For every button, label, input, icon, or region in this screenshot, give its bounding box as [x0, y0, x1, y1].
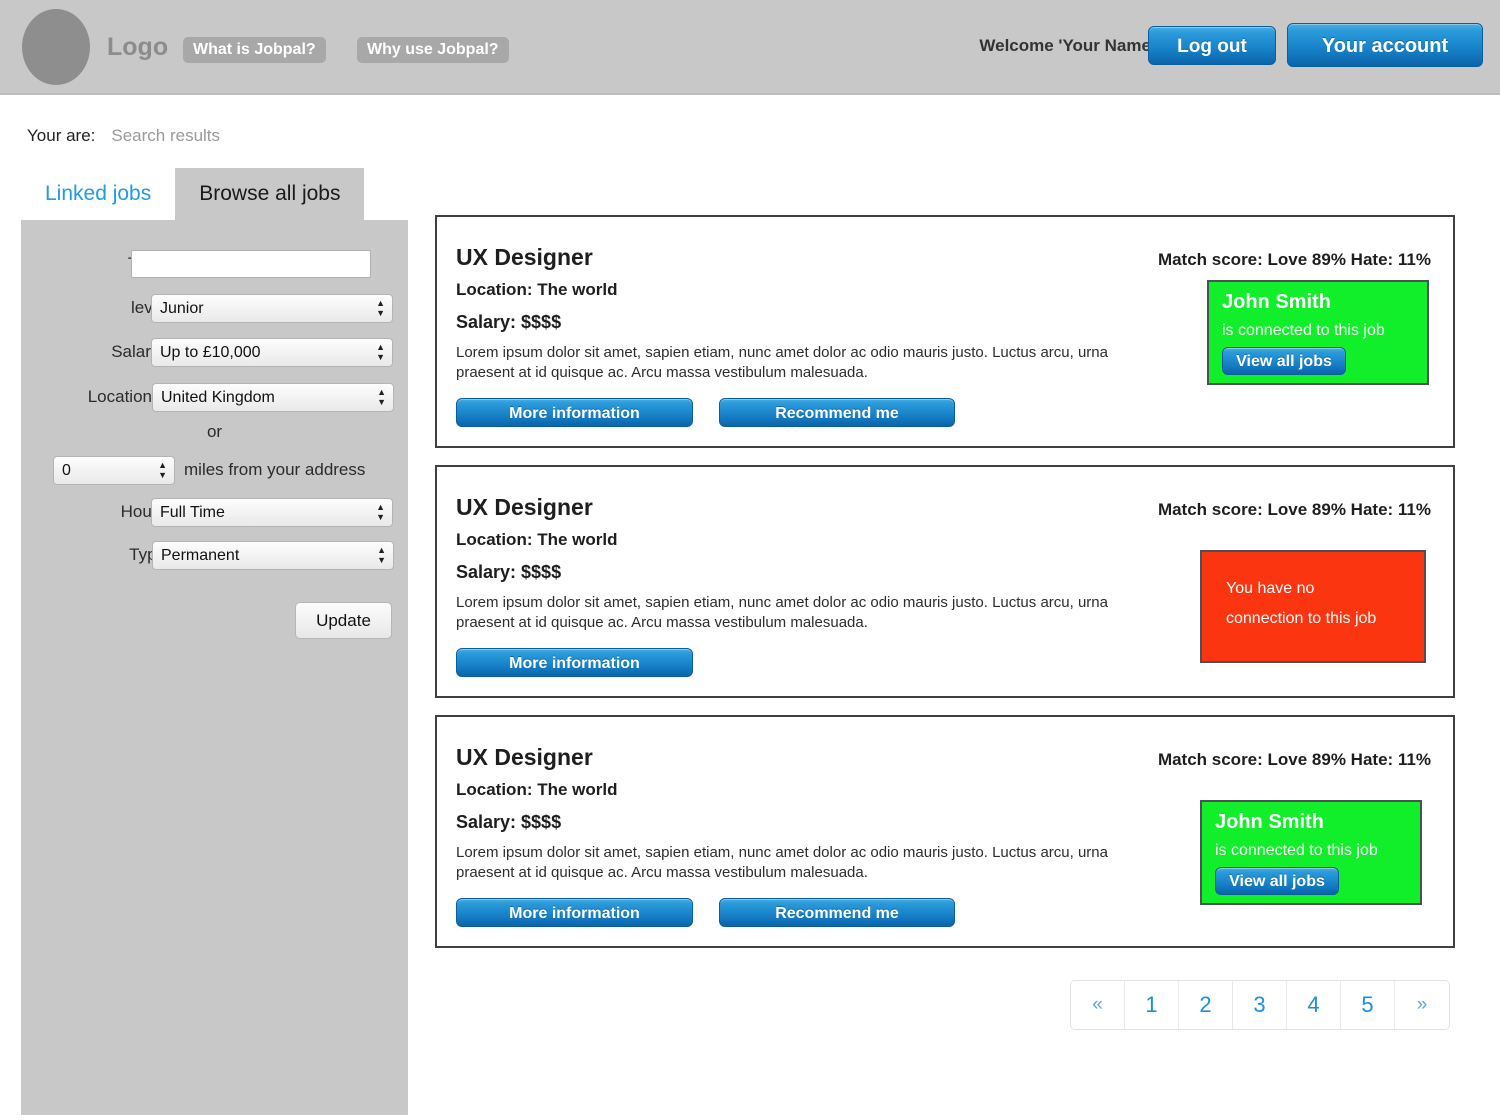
nav-why-use-jobpal-button[interactable]: Why use Jobpal?	[357, 37, 509, 63]
connection-status-text: is connected to this job	[1215, 842, 1378, 859]
job-location: Location: The world	[456, 280, 618, 299]
site-header: Logo What is Jobpal? Why use Jobpal? Wel…	[0, 0, 1500, 95]
chevron-updown-icon: ▲ ▼	[376, 298, 385, 318]
pagination-page-3[interactable]: 3	[1233, 981, 1287, 1029]
jobs-tablist: Linked jobs Browse all jobs	[21, 168, 365, 220]
salary-select-value: Up to £10,000	[160, 344, 261, 361]
job-location: Location: The world	[456, 530, 618, 549]
your-account-button[interactable]: Your account	[1287, 23, 1483, 67]
view-all-jobs-button[interactable]: View all jobs	[1222, 347, 1346, 375]
location-label: Location	[87, 387, 152, 406]
recommend-me-button[interactable]: Recommend me	[719, 898, 955, 927]
more-information-button[interactable]: More information	[456, 648, 693, 677]
no-connection-line-2: connection to this job	[1226, 610, 1377, 627]
tab-linked-jobs[interactable]: Linked jobs	[21, 168, 176, 220]
breadcrumb: Your are: Search results	[27, 126, 220, 146]
or-separator-label: or	[206, 422, 223, 441]
breadcrumb-current: Search results	[111, 126, 221, 145]
salary-select[interactable]: Up to £10,000 ▲ ▼	[151, 338, 393, 367]
job-description: Lorem ipsum dolor sit amet, sapien etiam…	[456, 594, 1108, 631]
job-salary: Salary: $$$$	[456, 812, 562, 832]
connection-badge-none: You have no connection to this job	[1200, 550, 1426, 663]
job-location: Location: The world	[456, 780, 618, 799]
chevron-updown-icon: ▲ ▼	[377, 387, 386, 407]
job-card: UX Designer Match score: Love 89% Hate: …	[435, 715, 1455, 948]
hours-select[interactable]: Full Time ▲ ▼	[151, 498, 393, 527]
tab-browse-all-jobs[interactable]: Browse all jobs	[175, 168, 365, 220]
match-score: Match score: Love 89% Hate: 11%	[1157, 750, 1431, 769]
pagination-prev[interactable]: «	[1071, 981, 1125, 1029]
logo-text: Logo	[107, 33, 169, 61]
job-description: Lorem ipsum dolor sit amet, sapien etiam…	[456, 844, 1108, 881]
pagination-page-1[interactable]: 1	[1125, 981, 1179, 1029]
field-row-hours: Hours Full Time ▲ ▼	[21, 498, 408, 528]
level-select[interactable]: Junior ▲ ▼	[151, 294, 393, 323]
more-information-button[interactable]: More information	[456, 398, 693, 427]
pagination-page-4[interactable]: 4	[1287, 981, 1341, 1029]
type-select-value: Permanent	[161, 547, 240, 564]
pagination-page-5[interactable]: 5	[1341, 981, 1395, 1029]
match-score: Match score: Love 89% Hate: 11%	[1157, 500, 1431, 519]
field-row-title: Title*	[21, 250, 408, 280]
miles-select[interactable]: 0 ▲ ▼	[53, 456, 175, 485]
job-title: UX Designer	[456, 244, 593, 270]
field-row-location: Location United Kingdom ▲ ▼	[21, 383, 408, 413]
job-title: UX Designer	[456, 744, 593, 770]
field-row-salary: Salary* Up to £10,000 ▲ ▼	[21, 338, 408, 368]
miles-from-address-label: miles from your address	[184, 460, 366, 479]
connection-person-name: John Smith	[1222, 291, 1331, 313]
nav-what-is-jobpal-button[interactable]: What is Jobpal?	[183, 37, 326, 63]
recommend-me-button[interactable]: Recommend me	[719, 398, 955, 427]
update-search-button[interactable]: Update	[295, 602, 392, 639]
connection-badge-connected: John Smith is connected to this job View…	[1200, 800, 1422, 905]
type-select[interactable]: Permanent ▲ ▼	[152, 541, 394, 570]
job-salary: Salary: $$$$	[456, 562, 562, 582]
search-filter-panel: Title* level Junior ▲▼ Salary* Up to £10…	[21, 220, 408, 1115]
log-out-button[interactable]: Log out	[1148, 26, 1276, 65]
view-all-jobs-button[interactable]: View all jobs	[1215, 867, 1339, 895]
pagination-page-2[interactable]: 2	[1179, 981, 1233, 1029]
chevron-updown-icon: ▲ ▼	[158, 460, 167, 480]
miles-select-value: 0	[62, 462, 71, 479]
location-select[interactable]: United Kingdom ▲ ▼	[152, 383, 394, 412]
logo-mark-icon	[22, 9, 90, 85]
connection-badge-connected: John Smith is connected to this job View…	[1207, 280, 1429, 385]
more-information-button[interactable]: More information	[456, 898, 693, 927]
connection-person-name: John Smith	[1215, 811, 1324, 833]
job-card: UX Designer Match score: Love 89% Hate: …	[435, 215, 1455, 448]
welcome-message: Welcome 'Your Name'	[979, 36, 1155, 55]
chevron-updown-icon: ▲ ▼	[376, 342, 385, 362]
breadcrumb-label: Your are:	[27, 126, 96, 145]
job-salary: Salary: $$$$	[456, 312, 562, 332]
job-card: UX Designer Match score: Love 89% Hate: …	[435, 465, 1455, 698]
field-row-level: level Junior ▲ ▼	[21, 294, 408, 324]
no-connection-line-1: You have no	[1226, 580, 1315, 597]
pagination: « 1 2 3 4 5 »	[1070, 980, 1450, 1030]
level-select-value: Junior	[160, 300, 204, 317]
connection-status-text: is connected to this job	[1222, 322, 1385, 339]
match-score: Match score: Love 89% Hate: 11%	[1157, 250, 1431, 269]
title-input[interactable]	[131, 250, 371, 278]
job-description: Lorem ipsum dolor sit amet, sapien etiam…	[456, 344, 1108, 381]
chevron-updown-icon: ▲ ▼	[376, 502, 385, 522]
chevron-updown-icon: ▲ ▼	[377, 545, 386, 565]
pagination-next[interactable]: »	[1395, 981, 1449, 1029]
location-select-value: United Kingdom	[161, 389, 275, 406]
job-title: UX Designer	[456, 494, 593, 520]
hours-select-value: Full Time	[160, 504, 225, 521]
field-row-type: Type Permanent ▲ ▼	[21, 541, 408, 571]
field-row-miles: 0 ▲ ▼ miles from your address	[21, 456, 408, 486]
